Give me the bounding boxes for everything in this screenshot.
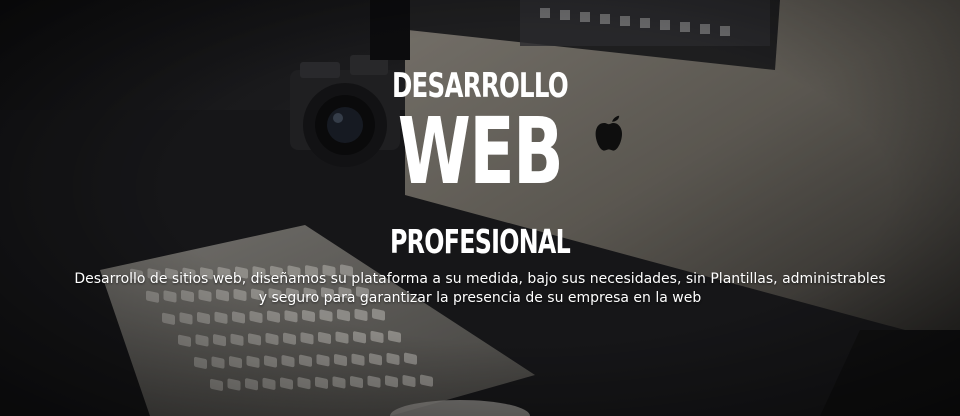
hero-banner: DESARROLLO WEB PROFESIONAL Desarrollo de…	[0, 0, 960, 416]
description: Desarrollo de sitios web, diseñamos su p…	[60, 270, 900, 308]
description-line-2: y seguro para garantizar la presencia de…	[258, 290, 702, 306]
headline-line-2: WEB	[397, 98, 564, 205]
headline-block: DESARROLLO WEB PROFESIONAL Desarrollo de…	[0, 0, 960, 416]
description-line-1: Desarrollo de sitios web, diseñamos su p…	[74, 271, 886, 287]
headline-line-3: PROFESIONAL	[389, 222, 571, 261]
